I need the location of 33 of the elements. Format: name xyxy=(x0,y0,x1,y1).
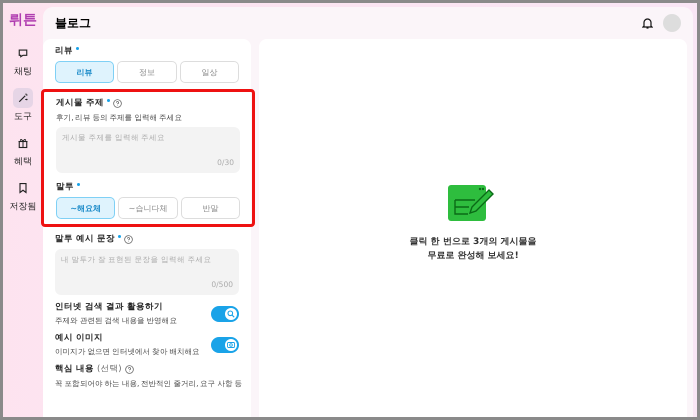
help-icon[interactable] xyxy=(124,364,134,374)
field-label: 핵심 내용 xyxy=(55,363,94,375)
app-logo[interactable]: 뤼튼 xyxy=(9,11,37,29)
optional-label: (선택) xyxy=(96,363,122,375)
toggle-switch[interactable] xyxy=(211,336,239,352)
help-icon[interactable] xyxy=(112,98,122,108)
chat-bubble-icon xyxy=(17,47,29,59)
field-label: 게시물 주제 xyxy=(56,97,104,109)
segment-option[interactable]: 리뷰 xyxy=(55,61,114,83)
sidebar-item[interactable]: 혜택 xyxy=(11,131,35,170)
field-label: 예시 이미지 xyxy=(55,332,104,344)
field-label: 말투 예시 문장 xyxy=(55,233,115,245)
segment-option[interactable]: 반말 xyxy=(180,197,240,219)
field-label: 인터넷 검색 결과 활용하기 xyxy=(55,301,164,313)
gift-icon xyxy=(17,137,29,149)
page-title: 블로그 xyxy=(55,14,92,32)
segment-option[interactable]: ~해요체 xyxy=(56,197,116,219)
segment-option[interactable]: 일상 xyxy=(180,61,239,83)
sidebar-item[interactable]: 도구 xyxy=(11,86,35,125)
sidebar-item[interactable]: 채팅 xyxy=(11,41,35,80)
field-label: 리뷰 xyxy=(55,45,73,57)
sidebar-item[interactable]: 저장됨 xyxy=(8,176,38,215)
camera-icon xyxy=(227,341,235,348)
field-label: 말투 xyxy=(56,181,74,193)
magic-wand-icon xyxy=(17,92,29,104)
search-icon xyxy=(227,310,235,318)
empty-state-message: 클릭 한 번으로 3개의 게시물을 무료로 완성해 보세요! xyxy=(410,236,536,263)
notification-bell-icon[interactable] xyxy=(642,17,653,29)
toggle-switch[interactable] xyxy=(211,306,239,322)
help-icon[interactable] xyxy=(124,234,133,244)
segment-option[interactable]: 정보 xyxy=(117,61,177,83)
segment-option[interactable]: ~습니다체 xyxy=(118,197,178,219)
bookmark-icon xyxy=(17,182,29,194)
